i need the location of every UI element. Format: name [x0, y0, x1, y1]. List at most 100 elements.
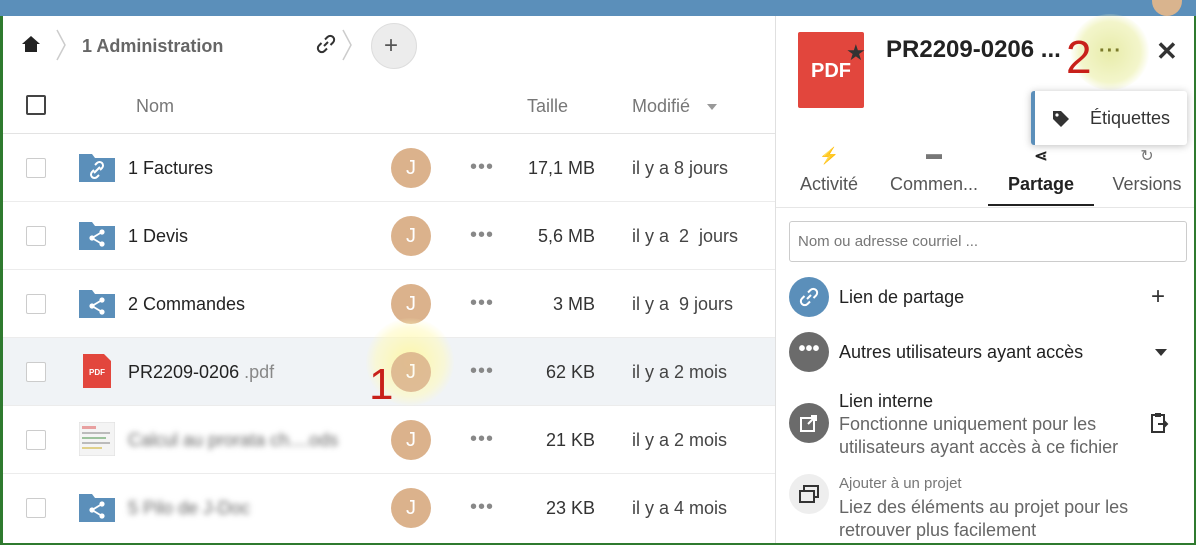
row-actions-button[interactable]: •••	[470, 156, 494, 179]
folder-shared-icon	[79, 494, 115, 522]
project-icon	[799, 485, 819, 503]
active-tab-indicator	[988, 204, 1094, 206]
table-row[interactable]: 5 Pilo de J-Doc J ••• 23 KB il y a 4 moi…	[3, 474, 775, 542]
file-size: 5,6 MB	[537, 226, 595, 246]
clipboard-icon[interactable]	[1150, 412, 1170, 434]
comment-icon: ▬	[926, 146, 942, 163]
file-name-text: Calcul au prorata ch....ods	[128, 430, 339, 450]
avatar[interactable]: J	[391, 352, 431, 392]
annotation-number: 1	[369, 360, 394, 409]
table-row[interactable]: Calcul au prorata ch....ods J ••• 21 KB …	[3, 406, 775, 474]
row-checkbox[interactable]	[26, 498, 46, 518]
tab-label: Versions	[1112, 174, 1182, 194]
annotation-number: 2	[1066, 31, 1092, 83]
column-size[interactable]: Taille	[527, 96, 568, 117]
file-name[interactable]: 1 Factures	[128, 158, 213, 179]
project-title[interactable]: Ajouter à un projet	[839, 475, 962, 492]
row-checkbox[interactable]	[26, 226, 46, 246]
file-modified: il y a 9 jours	[632, 294, 734, 314]
tab-label: Partage	[1007, 174, 1075, 194]
tab-comments[interactable]: ▬ Commen...	[884, 146, 984, 195]
file-size: 23 KB	[545, 498, 595, 518]
add-share-link-button[interactable]: +	[1151, 283, 1165, 311]
menu-item-tags[interactable]: Étiquettes	[1090, 108, 1170, 129]
internal-link-description: Fonctionne uniquement pour les utilisate…	[839, 414, 1119, 457]
file-name-text: 1 Devis	[128, 226, 189, 246]
file-list-panel: 1 Administration + Nom Taille Modifié 1 …	[3, 16, 775, 545]
avatar[interactable]: J	[391, 420, 431, 460]
more-users-avatar: •••	[789, 332, 829, 372]
tab-label: Commen...	[889, 174, 979, 194]
share-link-avatar	[789, 277, 829, 317]
row-actions-button[interactable]: •••	[470, 224, 494, 247]
home-icon[interactable]	[21, 34, 41, 54]
file-name-text: 5 Pilo de J-Doc	[128, 498, 251, 518]
internal-link-avatar	[789, 403, 829, 443]
file-name[interactable]: 5 Pilo de J-Doc	[128, 498, 250, 519]
share-search-input[interactable]	[789, 221, 1187, 262]
file-modified: il y a 8 jours	[632, 158, 729, 178]
row-checkbox[interactable]	[26, 362, 46, 382]
row-actions-button[interactable]: •••	[470, 496, 494, 519]
share-icon: ⋖	[1034, 148, 1048, 165]
external-link-icon	[800, 415, 817, 432]
row-actions-button[interactable]: •••	[470, 360, 494, 383]
file-size: 17,1 MB	[527, 158, 595, 178]
file-size: 3 MB	[552, 294, 595, 314]
row-checkbox[interactable]	[26, 294, 46, 314]
spreadsheet-thumbnail-icon	[79, 422, 115, 456]
link-icon[interactable]	[316, 34, 336, 54]
new-button[interactable]: +	[371, 23, 417, 69]
column-name[interactable]: Nom	[136, 96, 174, 117]
row-actions-button[interactable]: •••	[470, 428, 494, 451]
column-modified[interactable]: Modifié	[632, 96, 690, 117]
table-row[interactable]: 1 Devis J ••• 5,6 MB il y a 2 jours	[3, 202, 775, 270]
top-bar	[0, 0, 1196, 16]
file-modified: il y a 2 mois	[632, 362, 728, 382]
breadcrumb-folder[interactable]: 1 Administration	[82, 36, 223, 57]
close-button[interactable]: ✕	[1156, 36, 1178, 67]
file-name[interactable]: Calcul au prorata ch....ods	[128, 430, 338, 451]
file-name[interactable]: PR2209-0206 .pdf	[128, 362, 274, 383]
tab-sharing[interactable]: ⋖ Partage	[988, 146, 1094, 195]
sort-down-icon[interactable]	[707, 104, 717, 110]
file-modified: il y a 2 mois	[632, 430, 728, 450]
file-name[interactable]: 2 Commandes	[128, 294, 245, 315]
table-row[interactable]: 1 Factures J ••• 17,1 MB il y a 8 jours	[3, 134, 775, 202]
avatar[interactable]: J	[391, 488, 431, 528]
plus-icon: +	[384, 32, 399, 59]
file-size: 21 KB	[545, 430, 595, 450]
tab-versions[interactable]: ↻ Versions	[1106, 146, 1188, 195]
tab-activity[interactable]: ⚡ Activité	[792, 146, 866, 195]
select-all-checkbox[interactable]	[26, 95, 46, 115]
folder-link-icon	[79, 154, 115, 182]
frame-left	[0, 16, 3, 545]
tag-icon	[1053, 111, 1069, 127]
row-checkbox[interactable]	[26, 430, 46, 450]
file-name-text: 1 Factures	[128, 158, 214, 178]
svg-text:PDF: PDF	[89, 368, 105, 377]
folder-shared-icon	[79, 290, 115, 318]
row-checkbox[interactable]	[26, 158, 46, 178]
lightning-icon: ⚡	[819, 148, 839, 165]
chevron-down-icon[interactable]	[1155, 349, 1167, 356]
link-icon	[799, 287, 819, 307]
project-description: Liez des éléments au projet pour les ret…	[839, 497, 1129, 540]
share-link-label[interactable]: Lien de partage	[839, 287, 964, 308]
table-header: Nom Taille Modifié	[3, 86, 775, 134]
file-modified: il y a 2 jours	[632, 226, 739, 246]
avatar[interactable]: J	[391, 216, 431, 256]
sidebar-title: PR2209-0206 ...	[886, 36, 1061, 63]
user-avatar[interactable]	[1152, 0, 1182, 16]
project-avatar	[789, 474, 829, 514]
file-modified: il y a 4 mois	[632, 498, 728, 518]
file-extension: .pdf	[239, 362, 275, 382]
more-actions-button[interactable]: ···	[1099, 40, 1122, 63]
star-icon[interactable]: ★	[846, 40, 866, 66]
other-users-label[interactable]: Autres utilisateurs ayant accès	[839, 342, 1083, 363]
row-actions-button[interactable]: •••	[470, 292, 494, 315]
file-name-text: 2 Commandes	[128, 294, 246, 314]
sidebar-divider	[775, 16, 776, 545]
avatar[interactable]: J	[391, 148, 431, 188]
file-name[interactable]: 1 Devis	[128, 226, 188, 247]
